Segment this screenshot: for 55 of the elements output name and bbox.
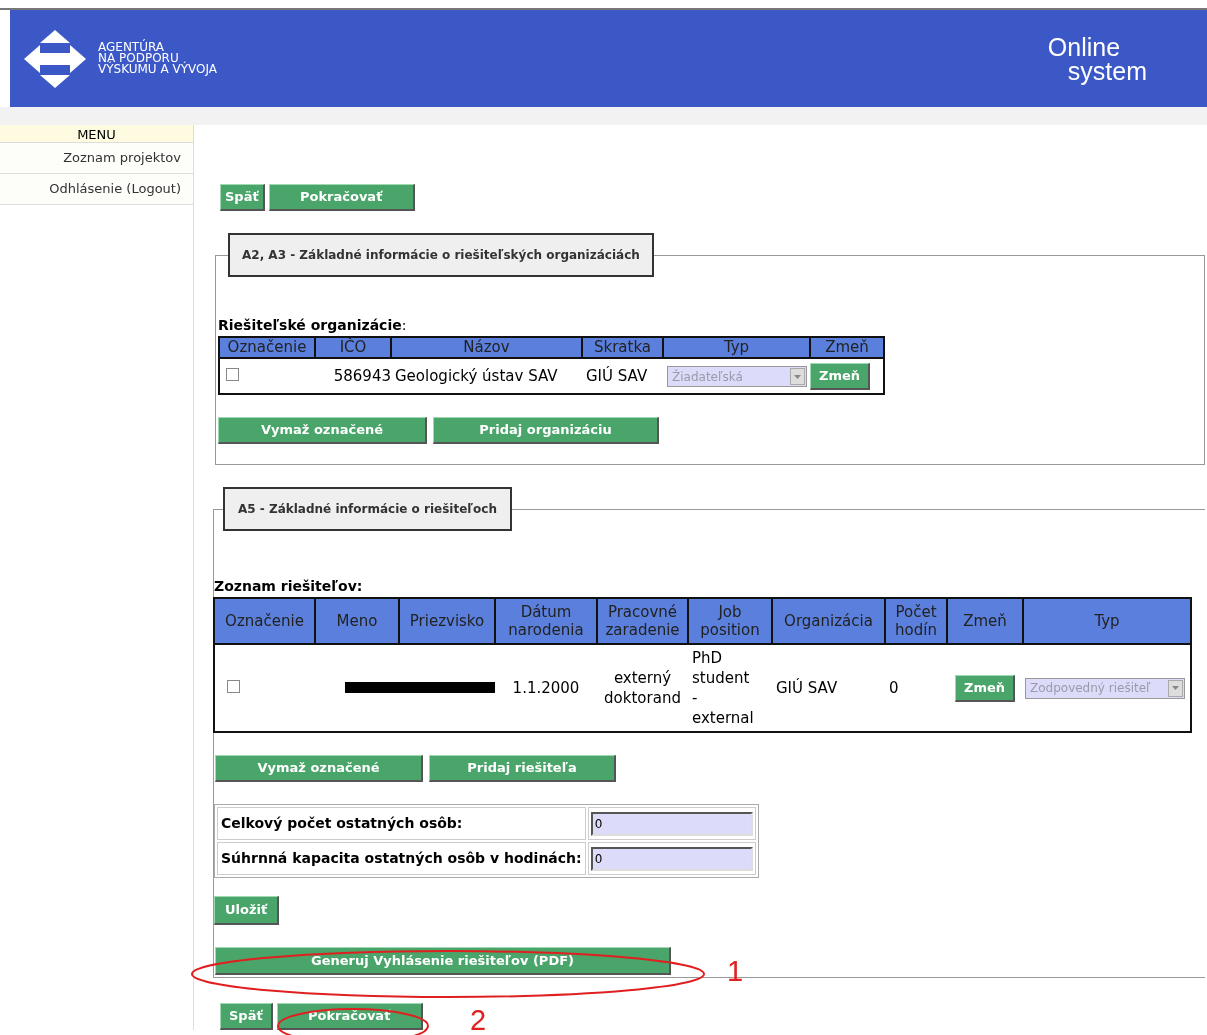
logo-icon <box>24 29 86 88</box>
column-header: Job position <box>699 603 761 639</box>
input-field[interactable]: 0 <box>590 846 753 871</box>
column-header: Organizácia <box>783 612 874 630</box>
column-header: Priezvisko <box>408 612 486 630</box>
save-button[interactable]: Uložiť <box>214 896 280 925</box>
table-cell: 586943 <box>315 358 391 394</box>
change-button[interactable]: Zmeň <box>954 674 1015 702</box>
column-header: IČO <box>315 337 391 358</box>
column-header: Označenie <box>224 612 305 630</box>
table-cell-text: externý doktorand <box>603 668 682 708</box>
column-header: Dátum narodenia <box>507 603 585 639</box>
column-header: Označenie <box>219 337 315 358</box>
menu-item[interactable]: Odhlásenie (Logout) <box>0 174 193 205</box>
column-header: Zmeň <box>962 612 1008 630</box>
table-cell-text: PhD student - external <box>692 648 755 728</box>
checkbox[interactable] <box>226 367 239 381</box>
nav-button[interactable]: Späť <box>220 184 265 211</box>
brand-text: system <box>1067 58 1147 83</box>
nav-button[interactable]: Späť <box>220 1003 273 1030</box>
change-button[interactable]: Zmeň <box>810 362 871 390</box>
checkbox[interactable] <box>227 680 240 693</box>
field-label: Súhrnná kapacita ostatných osôb v hodinách: <box>217 842 586 875</box>
nav-button[interactable]: Pokračovať <box>268 184 415 211</box>
column-header: Typ <box>663 337 810 358</box>
table-cell: GIÚ SAV <box>582 358 663 394</box>
column-header: Skratka <box>582 337 663 358</box>
table-title: Zoznam riešiteľov: <box>214 577 364 596</box>
section-legend: A2, A3 - Základné informácie o riešiteľských organizáciách <box>228 233 654 277</box>
input-field[interactable]: 0 <box>590 811 753 836</box>
column-header: Typ <box>1093 612 1121 630</box>
section-legend: A5 - Základné informácie o riešiteľoch <box>223 487 512 531</box>
brand-text: Online <box>1047 34 1122 59</box>
action-button[interactable]: Vymaž označené <box>215 755 423 782</box>
table-cell: Geologický ústav SAV <box>391 358 582 394</box>
logo-text: NA PODPORU <box>98 53 179 64</box>
column-header: Pracovné zaradenie <box>604 603 681 639</box>
column-header: Názov <box>391 337 582 358</box>
menu-item[interactable]: Zoznam projektov <box>0 143 193 174</box>
table-cell: 1.1.2000 <box>495 644 597 732</box>
column-header: Meno <box>335 612 379 630</box>
action-button[interactable]: Vymaž označené <box>218 417 427 444</box>
action-button[interactable]: Pridaj riešiteľa <box>429 755 616 782</box>
table-title: Riešiteľské organizácie: <box>218 316 408 335</box>
column-header: Zmeň <box>810 337 884 358</box>
annotation-number: 1 <box>727 955 744 987</box>
table-cell: 0 <box>885 644 947 732</box>
column-header: Počet hodín <box>894 603 938 639</box>
nav-button[interactable]: Pokračovať <box>276 1003 423 1030</box>
generate-pdf-button[interactable]: Generuj Vyhlásenie riešiteľov (PDF) <box>215 947 671 975</box>
annotation-number: 2 <box>470 1004 487 1035</box>
field-label: Celkový počet ostatných osôb: <box>217 807 586 840</box>
menu-title: MENU <box>0 125 193 143</box>
table-cell: GIÚ SAV <box>772 644 885 732</box>
action-button[interactable]: Pridaj organizáciu <box>433 417 659 444</box>
